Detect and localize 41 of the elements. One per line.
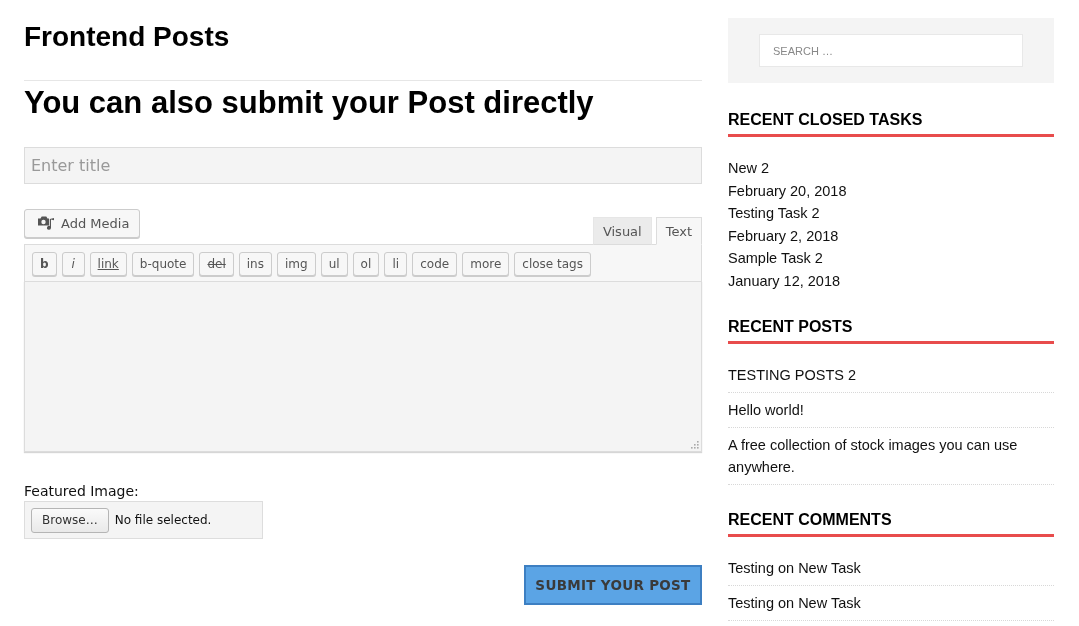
task-link[interactable]: Testing Task 2	[728, 202, 1054, 225]
task-date: February 2, 2018	[728, 226, 840, 246]
page-title: Frontend Posts	[24, 20, 231, 54]
add-media-button[interactable]: Add Media	[24, 209, 141, 238]
widget-link[interactable]: Hello world!	[728, 393, 1054, 428]
quicktag-button[interactable]: close tags	[514, 252, 591, 276]
task-link[interactable]: New 2	[728, 157, 1054, 180]
quicktag-button[interactable]: b	[32, 252, 57, 276]
quicktag-button[interactable]: i	[61, 252, 85, 276]
title-input-field[interactable]: Enter title	[24, 147, 702, 184]
featured-image-label: Featured Image:	[24, 482, 140, 500]
task-date: February 20, 2018	[728, 181, 848, 201]
resize-grip-icon[interactable]	[691, 441, 699, 449]
editor-tab[interactable]: Visual	[592, 217, 652, 245]
quicktag-button[interactable]: link	[89, 252, 127, 276]
widget-heading: RECENT CLOSED TASKS	[728, 110, 1054, 137]
quicktag-button[interactable]: ul	[320, 252, 348, 276]
search-field[interactable]: SEARCH …	[759, 34, 1023, 67]
widget-link[interactable]: Testing on New Task	[728, 551, 1054, 586]
form-heading: You can also submit your Post directly	[24, 84, 595, 122]
quicktag-button[interactable]: del	[199, 252, 234, 276]
browse-button[interactable]: Browse…	[31, 507, 109, 533]
quicktag-button[interactable]: more	[462, 252, 510, 276]
camera-music-icon	[37, 215, 55, 232]
quicktag-button[interactable]: img	[277, 252, 316, 276]
editor-tab[interactable]: Text	[655, 217, 702, 245]
quicktag-button[interactable]: b-quote	[131, 252, 195, 276]
widget-link[interactable]: Testing on New Task	[728, 586, 1054, 621]
widget-heading: RECENT COMMENTS	[728, 510, 1054, 537]
quicktag-button[interactable]: li	[384, 252, 408, 276]
task-date: January 12, 2018	[728, 271, 842, 291]
widget-link[interactable]: TESTING POSTS 2	[728, 358, 1054, 393]
quicktag-button[interactable]: code	[412, 252, 458, 276]
widget-link[interactable]: A free collection of stock images you can use anywhere.	[728, 428, 1054, 485]
task-link[interactable]: Sample Task 2	[728, 247, 1054, 270]
file-upload-field[interactable]: Browse… No file selected.	[24, 501, 263, 539]
file-status-text: No file selected.	[114, 513, 212, 527]
widget-heading: RECENT POSTS	[728, 317, 1054, 344]
quicktag-button[interactable]: ins	[238, 252, 272, 276]
submit-button[interactable]: SUBMIT YOUR POST	[524, 565, 702, 605]
quicktag-button[interactable]: ol	[352, 252, 380, 276]
